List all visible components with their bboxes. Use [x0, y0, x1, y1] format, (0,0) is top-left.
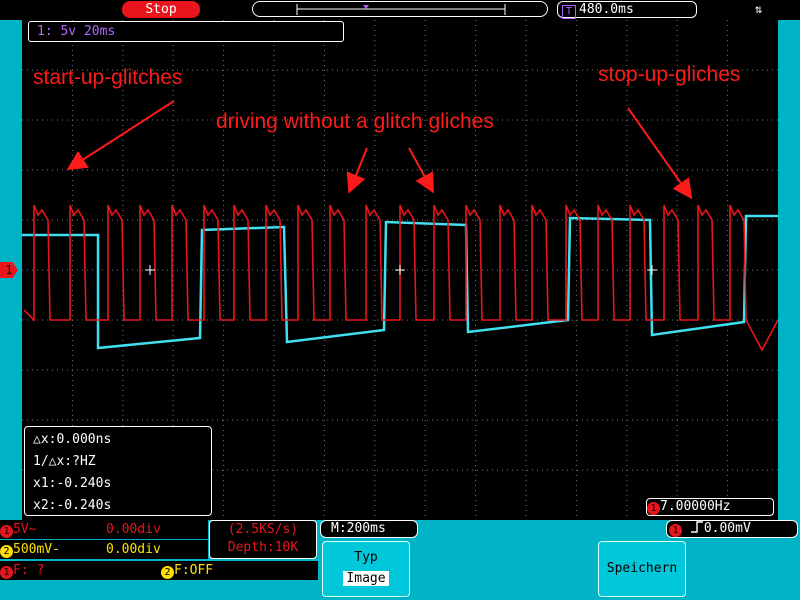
type-softkey[interactable]: Typ Image: [322, 541, 410, 597]
ch2-settings-row[interactable]: 2 500mV- 0.00div: [0, 540, 208, 559]
f2-badge-icon: 2: [161, 566, 174, 579]
ch1-settings-row[interactable]: 1 5V~ 0.00div: [0, 520, 208, 539]
trigger-setting[interactable]: 1 0.00mV: [666, 520, 798, 538]
ch2-offset: 0.00div: [106, 542, 161, 557]
type-softkey-label: Typ: [354, 550, 378, 565]
run-stop-badge[interactable]: Stop: [122, 1, 200, 18]
f2-label: F:OFF: [174, 563, 214, 578]
acquisition-info: (2.5KS/s) Depth:10K: [209, 520, 317, 559]
trigger-source-icon: 1: [669, 524, 682, 537]
ch1-badge-icon: 1: [647, 502, 660, 515]
channel-info-bar: 1: 5v 20ms: [28, 21, 344, 42]
cursor-inverse-delta-x: 1/△x:?HZ: [33, 454, 96, 469]
frequency-row: 1 F: ? 2 F:OFF: [0, 561, 318, 580]
time-offset-value: 480.0ms: [579, 2, 634, 17]
ch1-trace: [23, 204, 778, 352]
sample-rate: (2.5KS/s): [227, 522, 299, 537]
annotation-start-glitches: start-up-glitches: [33, 66, 183, 89]
memory-position-bar[interactable]: [252, 1, 548, 17]
annotation-stop-glitches: stop-up-gliches: [598, 63, 741, 86]
ch2-scale: 500mV-: [13, 542, 60, 557]
frequency-counter: 1 7.00000Hz: [646, 498, 774, 516]
trigger-level: 0.00mV: [703, 521, 751, 536]
crosshair-mark: [145, 265, 155, 275]
save-softkey[interactable]: Speichern: [598, 541, 686, 597]
timebase-icon: T: [562, 5, 576, 19]
ch1-position-marker[interactable]: 1: [0, 262, 18, 278]
f1-badge-icon: 1: [0, 566, 13, 579]
f1-label: F: ?: [13, 563, 45, 578]
cursor-x1: x1:-0.240s: [33, 476, 112, 491]
crosshair-mark: [395, 265, 405, 275]
top-status-bar: Stop T 480.0ms ⇅: [0, 0, 800, 20]
ch2-badge-icon: 2: [0, 545, 13, 558]
frequency-value: 7.00000Hz: [660, 499, 731, 514]
ch1-offset: 0.00div: [106, 522, 161, 537]
trigger-time-offset[interactable]: T 480.0ms: [557, 1, 697, 19]
crosshair-mark: [647, 265, 657, 275]
timebase-setting[interactable]: M:200ms: [320, 520, 418, 538]
ch1-scale: 5V~: [13, 522, 37, 537]
usb-icon: ⇅: [755, 2, 763, 16]
annotation-driving: driving without a glitch gliches: [216, 110, 494, 133]
rising-edge-icon: [690, 521, 703, 533]
ch1-badge-icon: 1: [0, 525, 13, 538]
memory-depth: Depth:10K: [227, 540, 299, 555]
cursor-x2: x2:-0.240s: [33, 498, 112, 513]
memory-bar-graphic: [296, 4, 506, 15]
cursor-measurement-box: △x:0.000ns 1/△x:?HZ x1:-0.240s x2:-0.240…: [24, 426, 212, 516]
type-softkey-value: Image: [343, 571, 389, 586]
cursor-delta-x: △x:0.000ns: [33, 432, 112, 447]
